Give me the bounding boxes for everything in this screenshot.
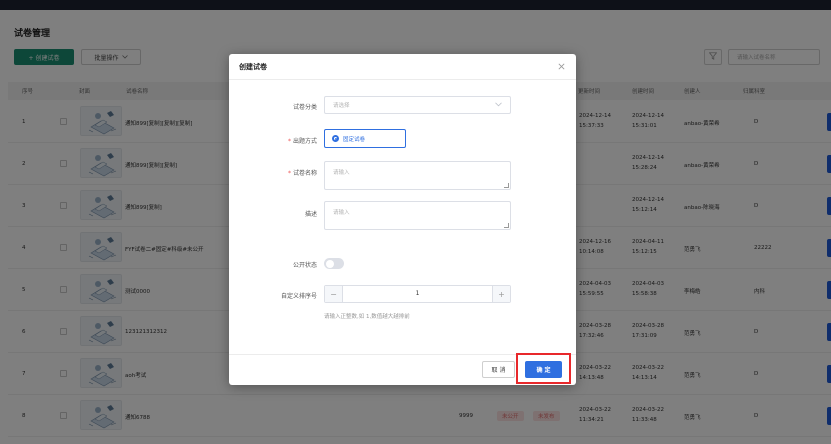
mode-radio-label: 固定试卷 [343, 136, 366, 143]
description-label: 描述 [304, 211, 317, 218]
category-select[interactable]: 请选择 [324, 96, 511, 114]
exam-name-input[interactable]: 请输入 [324, 161, 511, 190]
exam-name-placeholder: 请输入 [333, 170, 350, 176]
resize-handle-icon[interactable] [504, 183, 509, 188]
mode-label: * 出题方式 [237, 136, 317, 145]
name-label-text: 试卷名称 [292, 170, 317, 177]
mode-label-text: 出题方式 [292, 138, 317, 145]
cancel-button[interactable]: 取 消 [482, 361, 515, 378]
description-input[interactable]: 请输入 [324, 201, 511, 230]
sort-order-hint: 请输入正整数,如 1,数值越大越排前 [324, 314, 410, 320]
dialog-header: 创建试卷 [229, 54, 576, 80]
sort-order-value[interactable]: 1 [343, 290, 492, 297]
required-mark: * [287, 138, 291, 145]
create-exam-dialog: 创建试卷 试卷分类 请选择 * 出题方式 固定试卷 * 试卷名称 请输入 描述 请输… [229, 54, 576, 385]
radio-checked-icon [332, 135, 339, 142]
close-button[interactable] [556, 62, 566, 72]
resize-handle-icon[interactable] [504, 223, 509, 228]
close-icon [558, 63, 565, 72]
category-placeholder: 请选择 [333, 103, 350, 109]
name-label: * 试卷名称 [237, 168, 317, 177]
decrement-button[interactable]: − [325, 286, 343, 302]
chevron-down-icon [495, 102, 502, 109]
increment-button[interactable]: + [492, 286, 510, 302]
category-label: 试卷分类 [292, 104, 317, 111]
public-status-label: 公开状态 [292, 262, 317, 269]
mode-radio-fixed[interactable]: 固定试卷 [324, 129, 406, 148]
sort-order-stepper[interactable]: − 1 + [324, 285, 511, 303]
required-mark: * [287, 170, 291, 177]
public-status-toggle[interactable] [324, 258, 344, 269]
description-placeholder: 请输入 [333, 210, 350, 216]
sort-order-label: 自定义排序号 [280, 293, 317, 300]
dialog-title: 创建试卷 [239, 63, 267, 71]
confirm-button-highlight [516, 353, 571, 384]
